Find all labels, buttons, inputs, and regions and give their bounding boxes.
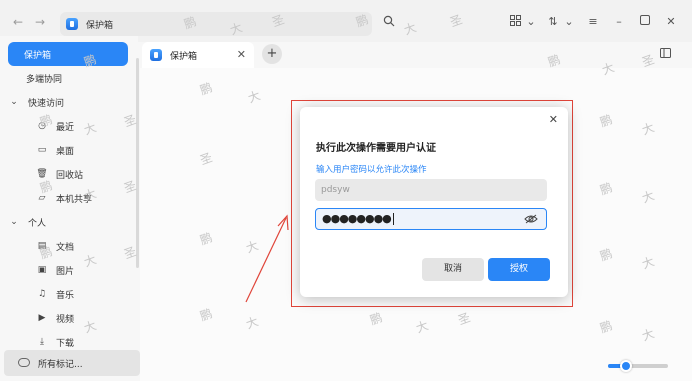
tag-icon	[18, 358, 30, 367]
all-tags-label: 所有标记...	[38, 359, 83, 370]
password-field[interactable]: ●●●●●●●●	[315, 208, 547, 230]
dialog-title: 执行此次操作需要用户认证	[316, 143, 436, 154]
download-icon: ⤓	[40, 337, 44, 347]
sidebar-item-label: 桌面	[56, 146, 75, 157]
sidebar-item-label: 回收站	[56, 170, 84, 181]
authorize-button[interactable]: 授权	[488, 258, 550, 281]
sidebar-item-label: 文档	[56, 242, 75, 253]
username-field[interactable]: pdsyw	[315, 179, 547, 201]
sidebar-item-label: 最近	[56, 122, 75, 133]
chevron-down-icon: ⌄	[10, 217, 18, 227]
monitor-icon: ▭	[37, 145, 47, 155]
eye-hidden-icon[interactable]	[524, 211, 538, 230]
sidebar-item-label: 下载	[56, 338, 75, 349]
back-icon[interactable]: ←	[10, 14, 26, 30]
forward-icon[interactable]: →	[32, 14, 48, 30]
sidebar-item-label: 多端协同	[26, 74, 63, 85]
dialog-hint: 输入用户密码以允许此次操作	[316, 165, 427, 175]
trash-icon: 🗑	[36, 169, 48, 179]
sidebar-item-vault[interactable]: 保护箱	[8, 42, 128, 66]
sidebar-scrollbar[interactable]	[136, 58, 139, 268]
image-icon: ▣	[37, 265, 47, 275]
sidebar-group-quick-access[interactable]: ⌄ 快速访问	[8, 90, 128, 114]
grid-view-icon[interactable]	[508, 15, 522, 29]
zoom-slider-handle[interactable]	[620, 360, 632, 372]
minimize-icon[interactable]: –	[612, 15, 626, 29]
vault-icon	[66, 18, 78, 30]
sidebar-item-label: 快速访问	[28, 98, 65, 109]
folder-icon: ▱	[38, 193, 46, 203]
sidebar: 保护箱 多端协同 ⌄ 快速访问 ◷ 最近 ▭ 桌面 🗑 回收站 ▱ 本机共享 ⌄…	[0, 36, 138, 381]
sidebar-item-multi-device[interactable]: 多端协同	[8, 66, 128, 90]
sidebar-item-label: 音乐	[56, 290, 75, 301]
chevron-down-icon: ⌄	[10, 97, 18, 107]
all-tags-button[interactable]: 所有标记...	[4, 350, 140, 376]
sidebar-item-label: 保护箱	[24, 50, 52, 61]
sidebar-item-label: 视频	[56, 314, 75, 325]
cancel-button[interactable]: 取消	[422, 258, 484, 281]
maximize-icon[interactable]	[638, 15, 652, 29]
video-icon: ▶	[38, 313, 46, 323]
vault-icon	[150, 49, 162, 61]
document-icon: ▤	[37, 241, 47, 251]
add-tab-button[interactable]: +	[262, 44, 282, 64]
sidebar-toggle-icon[interactable]	[658, 48, 672, 62]
zoom-slider[interactable]	[608, 360, 668, 372]
address-bar[interactable]: 保护箱	[60, 12, 372, 36]
music-icon: ♫	[37, 289, 47, 299]
close-icon[interactable]: ✕	[237, 48, 246, 61]
text-cursor	[392, 213, 394, 225]
close-icon[interactable]: ✕	[664, 15, 678, 29]
sidebar-item-label: 个人	[28, 218, 47, 229]
sidebar-item-music[interactable]: ♫ 音乐	[36, 282, 156, 306]
search-icon[interactable]	[382, 15, 396, 29]
menu-icon[interactable]: ≡	[586, 15, 600, 29]
sidebar-item-label: 图片	[56, 266, 75, 277]
password-mask: ●●●●●●●●	[322, 212, 392, 225]
address-label: 保护箱	[86, 20, 114, 31]
chevron-down-icon[interactable]: ⌄	[524, 15, 538, 29]
clock-icon: ◷	[38, 121, 46, 131]
sort-icon[interactable]: ⇅	[546, 15, 560, 29]
auth-dialog: ✕ 执行此次操作需要用户认证 输入用户密码以允许此次操作 pdsyw ●●●●●…	[300, 107, 568, 297]
tab-label: 保护箱	[170, 51, 198, 62]
tab-vault[interactable]: 保护箱 ✕	[142, 42, 254, 68]
sidebar-item-videos[interactable]: ▶ 视频	[36, 306, 156, 330]
close-icon[interactable]: ✕	[549, 113, 558, 126]
sidebar-group-personal[interactable]: ⌄ 个人	[8, 210, 128, 234]
sidebar-item-label: 本机共享	[56, 194, 93, 205]
chevron-down-icon[interactable]: ⌄	[562, 15, 576, 29]
